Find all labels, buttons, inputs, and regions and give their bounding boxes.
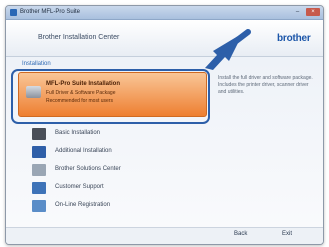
- header-title: Brother Installation Center: [38, 34, 120, 41]
- menu-item-label: On-Line Registration: [55, 202, 111, 208]
- minimize-button[interactable]: –: [293, 8, 302, 16]
- exit-button[interactable]: Exit: [282, 231, 292, 237]
- highlight-callout-frame: [11, 69, 210, 124]
- printer-icon: [32, 128, 46, 140]
- support-icon: [32, 182, 46, 194]
- document-icon: [32, 164, 46, 176]
- tools-icon: [32, 146, 46, 158]
- window-title: Brother MFL-Pro Suite: [20, 9, 81, 15]
- menu-item-label: Customer Support: [55, 184, 104, 190]
- section-label: Installation: [22, 61, 51, 67]
- registration-icon: [32, 200, 46, 212]
- menu-item-solutions-center[interactable]: Brother Solutions Center: [32, 163, 182, 178]
- brother-logo: brother: [277, 33, 311, 44]
- close-button[interactable]: ×: [306, 8, 320, 16]
- menu-item-label: Additional Installation: [55, 148, 112, 154]
- title-bar: Brother MFL-Pro Suite – ×: [6, 6, 323, 20]
- header-banner: Brother Installation Center brother: [6, 20, 323, 57]
- footer-bar: Back Exit: [6, 227, 323, 244]
- menu-item-additional-installation[interactable]: Additional Installation: [32, 145, 182, 160]
- menu-item-label: Basic Installation: [55, 130, 101, 136]
- back-button[interactable]: Back: [234, 231, 247, 237]
- menu-item-basic-installation[interactable]: Basic Installation: [32, 127, 182, 142]
- menu-item-online-registration[interactable]: On-Line Registration: [32, 199, 182, 214]
- app-icon: [10, 9, 17, 16]
- pointer-arrow-icon: [205, 29, 251, 70]
- menu-item-customer-support[interactable]: Customer Support: [32, 181, 182, 196]
- installer-window: Brother MFL-Pro Suite – × Brother Instal…: [5, 5, 324, 245]
- option-description: Install the full driver and software pac…: [218, 75, 313, 95]
- menu-item-label: Brother Solutions Center: [55, 166, 121, 172]
